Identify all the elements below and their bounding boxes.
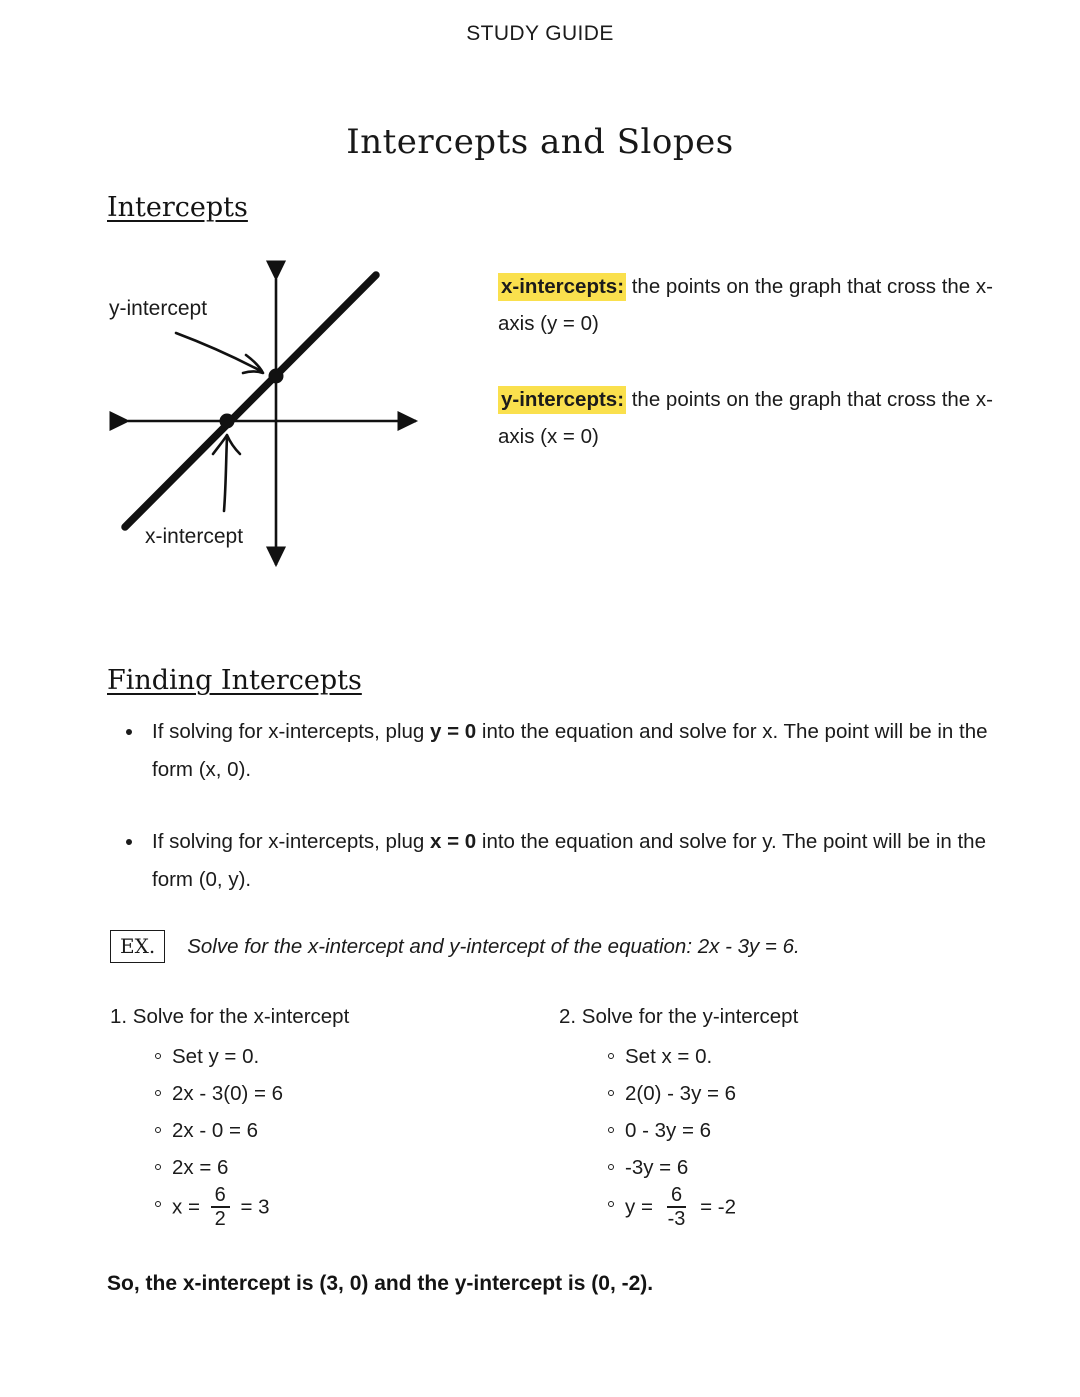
y-intercept-point <box>268 368 284 384</box>
solution-title: 2. Solve for the y-intercept <box>559 1005 799 1028</box>
hollow-bullet-icon <box>608 1164 614 1170</box>
solution-step-text: -3y = 6 <box>625 1156 689 1179</box>
coordinate-graph-svg: y-intercept x-intercept <box>109 260 419 568</box>
rule-emphasis: x = 0 <box>430 830 477 853</box>
final-prefix: x = <box>172 1195 206 1219</box>
solution-columns: 1. Solve for the x-intercept Set y = 0. … <box>110 1005 990 1230</box>
hollow-bullet-icon <box>608 1090 614 1096</box>
definitions-list: x-intercepts: the points on the graph th… <box>498 268 1018 455</box>
solution-step-text: 2(0) - 3y = 6 <box>625 1082 737 1105</box>
fraction-numerator: 6 <box>210 1185 230 1208</box>
bullet-dot-icon <box>126 729 132 735</box>
definition-term-y: y-intercepts: <box>498 386 627 414</box>
solution-step: 2(0) - 3y = 6 <box>559 1075 990 1112</box>
solution-column-y-intercept: 2. Solve for the y-intercept Set x = 0. … <box>541 1005 990 1230</box>
fraction-denominator: 2 <box>214 1208 226 1230</box>
rule-lead: If solving for x-intercepts, plug <box>152 830 431 853</box>
solution-step-text: 2x - 3(0) = 6 <box>172 1082 284 1105</box>
solution-step: -3y = 6 <box>559 1149 990 1186</box>
solution-step-text: 2x = 6 <box>172 1156 229 1179</box>
rule-item: If solving for x-intercepts, plug x = 0 … <box>112 823 992 899</box>
conclusion-text: So, the x-intercept is (3, 0) and the y-… <box>107 1272 654 1295</box>
solution-step: 2x - 0 = 6 <box>110 1112 541 1149</box>
solution-title: 1. Solve for the x-intercept <box>110 1005 350 1028</box>
final-suffix: = -2 <box>694 1195 737 1219</box>
solution-step-text: Set x = 0. <box>625 1045 713 1068</box>
final-suffix: = 3 <box>234 1195 270 1219</box>
hollow-bullet-icon <box>155 1090 161 1096</box>
hollow-bullet-icon <box>155 1164 161 1170</box>
hollow-bullet-icon <box>155 1201 161 1207</box>
bullet-dot-icon <box>126 839 132 845</box>
solution-column-x-intercept: 1. Solve for the x-intercept Set y = 0. … <box>110 1005 541 1230</box>
hollow-bullet-icon <box>155 1053 161 1059</box>
definition-term-x: x-intercepts: <box>498 273 627 301</box>
solution-step: 0 - 3y = 6 <box>559 1112 990 1149</box>
hollow-bullet-icon <box>608 1053 614 1059</box>
example-row: EX. Solve for the x-intercept and y-inte… <box>110 930 800 963</box>
solution-step-text: 0 - 3y = 6 <box>625 1119 712 1142</box>
section-heading-finding-intercepts: Finding Intercepts <box>107 665 362 696</box>
fraction-denominator: -3 <box>667 1208 686 1230</box>
y-intercept-label: y-intercept <box>109 297 207 320</box>
solution-step: Set y = 0. <box>110 1038 541 1075</box>
solution-step-list: Set y = 0. 2x - 3(0) = 6 2x - 0 = 6 2x =… <box>110 1038 541 1230</box>
hollow-bullet-icon <box>608 1201 614 1207</box>
section-heading-intercepts: Intercepts <box>107 192 248 223</box>
x-intercept-arrow <box>222 435 229 513</box>
definition-x-intercepts: x-intercepts: the points on the graph th… <box>498 268 1018 342</box>
hollow-bullet-icon <box>155 1127 161 1133</box>
intercepts-graph-figure: y-intercept x-intercept <box>100 255 450 585</box>
fraction: 6 -3 <box>664 1185 690 1229</box>
solution-step: 2x = 6 <box>110 1149 541 1186</box>
solution-step-text: 2x - 0 = 6 <box>172 1119 259 1142</box>
rule-item: If solving for x-intercepts, plug y = 0 … <box>112 713 992 789</box>
rule-emphasis: y = 0 <box>430 720 477 743</box>
page-title: Intercepts and Slopes <box>346 122 734 162</box>
study-guide-label: STUDY GUIDE <box>466 22 614 45</box>
fraction: 62 <box>210 1185 230 1230</box>
example-prompt: Solve for the x-intercept and y-intercep… <box>187 934 800 958</box>
solution-step-text: Set y = 0. <box>172 1045 260 1068</box>
finding-intercepts-rules: If solving for x-intercepts, plug y = 0 … <box>112 713 992 899</box>
solution-step-final: x = 62 = 3 <box>110 1185 541 1230</box>
solution-step-list: Set x = 0. 2(0) - 3y = 6 0 - 3y = 6 -3y … <box>559 1038 990 1230</box>
rule-lead: If solving for x-intercepts, plug <box>152 720 431 743</box>
solution-step: Set x = 0. <box>559 1038 990 1075</box>
solution-step-final: y = 6 -3 = -2 <box>559 1185 990 1230</box>
fraction-numerator: 6 <box>666 1185 687 1208</box>
solution-step: 2x - 3(0) = 6 <box>110 1075 541 1112</box>
definition-y-intercepts: y-intercepts: the points on the graph th… <box>498 381 1018 455</box>
hollow-bullet-icon <box>608 1127 614 1133</box>
x-intercept-label: x-intercept <box>145 525 243 548</box>
example-badge: EX. <box>110 930 166 963</box>
final-prefix: y = <box>625 1195 659 1219</box>
y-intercept-arrow <box>174 331 263 373</box>
x-intercept-point <box>219 413 235 429</box>
